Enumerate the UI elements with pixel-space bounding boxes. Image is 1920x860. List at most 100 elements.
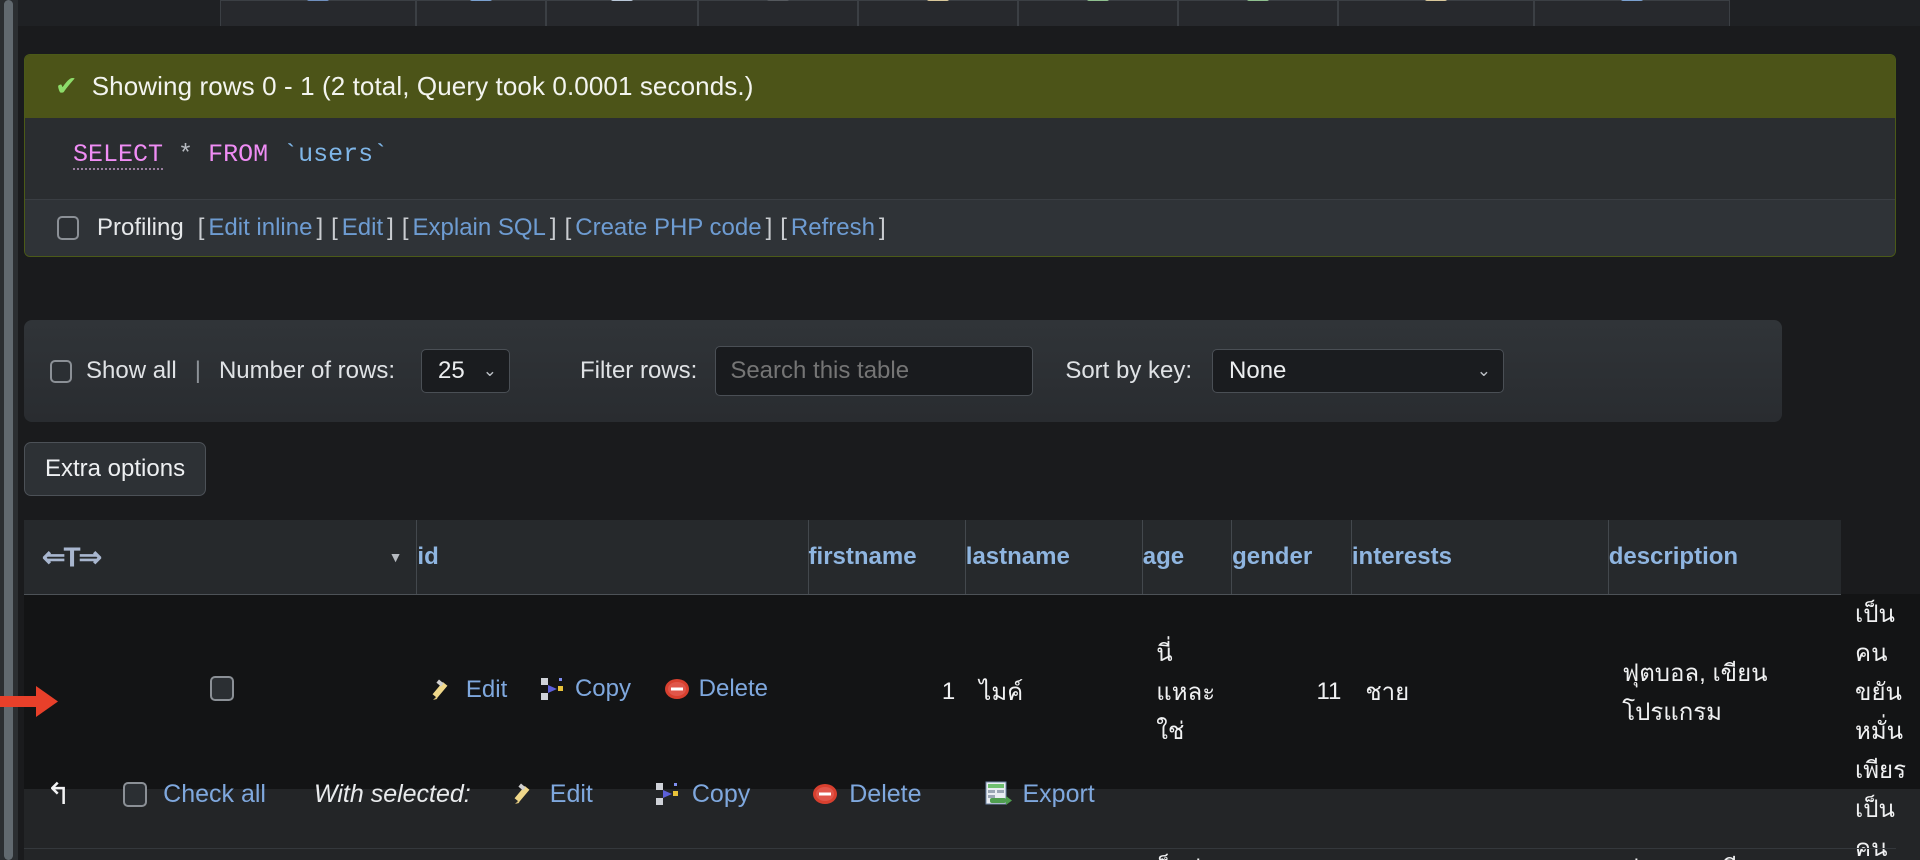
table-controls-bar: Show all | Number of rows: 25 ⌄ Filter r… [24, 320, 1782, 422]
extra-options-button[interactable]: Extra options [24, 442, 207, 496]
window-scrollbar[interactable] [0, 0, 18, 860]
tab-insert[interactable] [858, 0, 1018, 26]
sql-table-name: `users` [283, 140, 389, 169]
bracket-close-5: ] [878, 214, 886, 241]
filter-rows-input[interactable] [715, 346, 1034, 396]
bracket-open-1: [ [197, 214, 205, 241]
bracket-open-2: [ [331, 214, 338, 241]
column-header-id[interactable]: id [416, 520, 809, 595]
sql-keyword-select[interactable]: SELECT [73, 140, 163, 169]
bracket-open-4: [ [564, 214, 572, 241]
number-of-rows-label: Number of rows: [218, 357, 396, 384]
bulk-edit-label: Edit [549, 779, 593, 808]
tab-sql[interactable] [546, 0, 698, 26]
sort-by-key-select[interactable]: None ⌄ [1212, 349, 1505, 393]
bulk-export-button[interactable]: Export [984, 780, 1095, 809]
sort-by-key-label: Sort by key: [1065, 357, 1193, 384]
row-delete-label: Delete [698, 674, 769, 702]
number-of-rows-select[interactable]: 25 ⌄ [421, 349, 510, 393]
bracket-close-1: ] [316, 214, 324, 241]
profiling-checkbox[interactable] [57, 216, 79, 240]
scrollbar-thumb[interactable] [4, 0, 13, 860]
sql-keyword-from: FROM [208, 140, 269, 169]
privileges-icon [1425, 0, 1447, 1]
row-delete-link[interactable]: Delete [664, 675, 768, 703]
export-icon [1087, 0, 1109, 1]
copy-icon [655, 783, 678, 805]
delete-icon [813, 784, 838, 804]
delete-icon [664, 678, 689, 699]
number-of-rows-value: 25 [438, 357, 465, 384]
export-icon [985, 781, 1012, 805]
sort-direction-icon[interactable]: ⇐T⇒ [42, 540, 102, 573]
bulk-actions-bar: ↰ Check all With selected: Edit Copy Del… [24, 754, 1782, 834]
insert-icon [927, 0, 949, 1]
header-actions-cell: ⇐T⇒ ▼ [24, 520, 417, 595]
bulk-delete-button[interactable]: Delete [812, 779, 922, 809]
tab-privileges[interactable] [1338, 0, 1534, 26]
annotation-arrow-icon [0, 686, 58, 717]
query-result-box: ✔ Showing rows 0 - 1 (2 total, Query too… [24, 54, 1896, 257]
tab-browse[interactable] [220, 0, 416, 26]
bulk-edit-button[interactable]: Edit [513, 780, 593, 809]
row-checkbox[interactable] [210, 675, 235, 701]
column-header-age[interactable]: age [1141, 520, 1232, 595]
bulk-copy-button[interactable]: Copy [655, 780, 750, 809]
sql-icon [611, 0, 633, 1]
check-all-checkbox[interactable] [123, 781, 148, 807]
show-all-checkbox[interactable] [50, 359, 72, 383]
import-icon [1247, 0, 1269, 1]
bulk-delete-label: Delete [849, 779, 922, 808]
create-php-code-link[interactable]: Create PHP code [575, 214, 761, 242]
explain-sql-link[interactable]: Explain SQL [413, 214, 546, 242]
pencil-icon [432, 679, 448, 700]
column-header-gender[interactable]: gender [1231, 520, 1352, 595]
edit-link[interactable]: Edit [342, 214, 383, 242]
bracket-close-4: ] [765, 214, 773, 241]
browse-icon [307, 0, 329, 1]
refresh-link[interactable]: Refresh [791, 214, 875, 242]
controls-separator: | [194, 357, 201, 384]
column-header-firstname[interactable]: firstname [807, 520, 966, 595]
bracket-open-3: [ [401, 214, 409, 241]
check-icon: ✔ [55, 71, 78, 101]
tab-import[interactable] [1178, 0, 1338, 26]
sql-query-display: SELECT * FROM `users` [25, 118, 1895, 199]
bracket-close-3: ] [549, 214, 557, 241]
sort-by-key-value: None [1229, 357, 1287, 384]
table-header-row: ⇐T⇒ ▼ id firstname lastname age gender i… [24, 520, 1920, 595]
tab-export[interactable] [1018, 0, 1178, 26]
pencil-icon [514, 783, 530, 804]
table-tabs [18, 0, 1920, 26]
row-edit-link[interactable]: Edit [431, 676, 507, 704]
success-message: Showing rows 0 - 1 (2 total, Query took … [91, 71, 754, 101]
structure-icon [470, 0, 492, 1]
tabstrip-spacer [18, 0, 220, 26]
bracket-open-5: [ [780, 214, 787, 241]
page-divider [24, 848, 1896, 849]
row-copy-label: Copy [574, 674, 631, 702]
search-icon [767, 0, 789, 1]
operations-icon [1621, 0, 1643, 1]
edit-inline-link[interactable]: Edit inline [208, 214, 312, 242]
tab-operations[interactable] [1534, 0, 1730, 26]
column-header-interests[interactable]: interests [1350, 520, 1609, 595]
copy-icon [540, 677, 563, 700]
cell-description: เป็นคนขยันหมั่นเพียร [1841, 594, 1920, 789]
bulk-export-label: Export [1022, 779, 1095, 808]
bulk-copy-label: Copy [691, 779, 751, 808]
sql-star: * [178, 140, 194, 169]
select-all-arrow-icon[interactable]: ↰ [46, 777, 71, 812]
column-header-lastname[interactable]: lastname [964, 520, 1143, 595]
check-all-link[interactable]: Check all [163, 780, 266, 809]
success-banner: ✔ Showing rows 0 - 1 (2 total, Query too… [25, 55, 1895, 118]
row-edit-label: Edit [465, 675, 508, 703]
profiling-bar: Profiling [ Edit inline ] [ Edit ] [ Exp… [25, 199, 1895, 256]
phpmyadmin-browse-page: ✔ Showing rows 0 - 1 (2 total, Query too… [0, 0, 1920, 860]
show-all-label: Show all [86, 357, 177, 384]
row-copy-link[interactable]: Copy [540, 675, 631, 703]
tab-search[interactable] [698, 0, 858, 26]
column-header-description[interactable]: description [1607, 520, 1842, 595]
chevron-down-icon[interactable]: ▼ [389, 549, 403, 565]
tab-structure[interactable] [416, 0, 546, 26]
